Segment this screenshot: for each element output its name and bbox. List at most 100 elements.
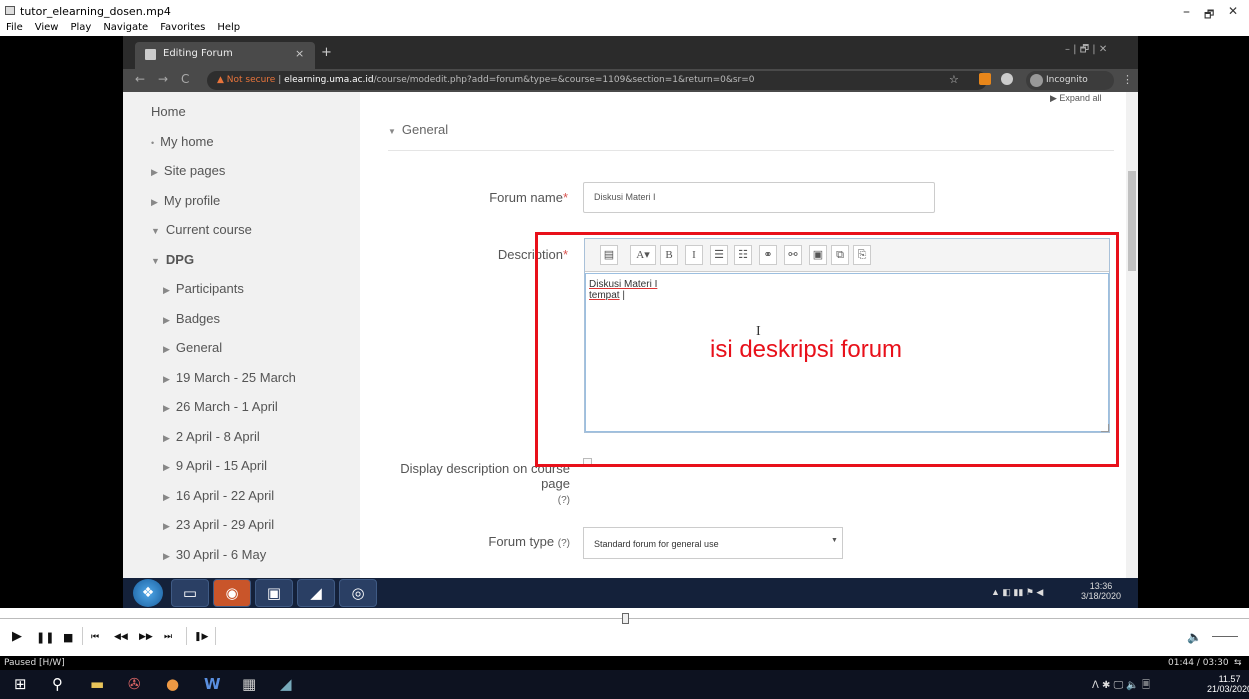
sidebar-item[interactable]: ▶ General — [163, 340, 222, 355]
help-icon[interactable]: (?) — [558, 495, 570, 506]
help-icon[interactable]: (?) — [558, 538, 570, 549]
media-app-icon[interactable]: ◢ — [297, 579, 335, 607]
scrollbar-thumb[interactable] — [1128, 171, 1136, 271]
app-icon[interactable]: ✇ — [128, 675, 141, 693]
sidebar-item[interactable]: • My home — [151, 134, 214, 149]
sidebar-item[interactable]: ▶ 16 April - 22 April — [163, 488, 274, 503]
next-button[interactable]: ⏭ — [164, 632, 172, 642]
sidebar-marker-icon: ▶ — [163, 373, 170, 384]
sidebar-item[interactable]: ▶ Participants — [163, 281, 244, 296]
system-tray[interactable]: ᐱ ✱ 🖵 🔈 🗏 — [1092, 678, 1150, 695]
menu-view[interactable]: View — [35, 22, 59, 33]
fast-forward-button[interactable]: ▶▶ — [139, 632, 153, 642]
rewind-button[interactable]: ◀◀ — [114, 632, 128, 642]
required-icon: * — [562, 190, 568, 205]
extension-icon[interactable] — [979, 73, 991, 85]
volume-slider[interactable] — [1212, 636, 1238, 637]
tab-close-icon[interactable]: × — [295, 47, 304, 60]
system-tray[interactable]: ▲ ◧ ▮▮ ⚑ ◀ — [991, 587, 1043, 598]
sidebar-marker-icon: ▶ — [163, 491, 170, 502]
pause-button[interactable]: ❚❚ — [36, 631, 54, 644]
obs-icon[interactable]: ◎ — [339, 579, 377, 607]
sidebar-item[interactable]: Home — [151, 104, 186, 119]
sidebar-item[interactable]: ▶ 26 March - 1 April — [163, 399, 278, 414]
sidebar-item[interactable]: ▶ 19 March - 25 March — [163, 370, 296, 385]
win7-clock-date: 3/18/2020 — [1081, 591, 1122, 601]
navigation-block: Home • My home ▶ Site pages ▶ My profile ▼ Curre… — [123, 92, 360, 578]
menu-play[interactable]: Play — [70, 22, 91, 33]
win7-taskbar: ❖ ▭ ◉ ▣ ◢ ◎ ▲ ◧ ▮▮ ⚑ ◀ 13:36 3/18/2020 — [123, 578, 1138, 608]
menu-file[interactable]: File — [6, 22, 23, 33]
windows-start-icon[interactable]: ⊞ — [14, 675, 27, 693]
taskbar-clock[interactable]: 11.57 21/03/2020 — [1207, 674, 1249, 694]
incognito-indicator[interactable]: Incognito — [1026, 71, 1114, 90]
sidebar-item-label: Site pages — [163, 163, 226, 178]
browser-menu-icon[interactable]: ⋮ — [1122, 73, 1133, 86]
seek-handle[interactable] — [622, 613, 629, 624]
sidebar-marker-icon: ▶ — [163, 403, 170, 413]
expand-all-link[interactable]: ▶ Expand all — [1050, 93, 1101, 104]
browser-window: Editing Forum × + – | 🗗 | ✕ ← → C ▲ Not … — [123, 36, 1138, 608]
close-button[interactable]: ✕ — [1228, 4, 1238, 18]
forward-icon[interactable]: → — [158, 72, 168, 86]
file-explorer-icon[interactable]: ▬ — [90, 675, 104, 693]
volume-icon[interactable]: 🔈 — [1187, 630, 1202, 644]
chrome-icon[interactable]: ● — [166, 675, 179, 693]
sidebar-item[interactable]: ▼ DPG — [151, 252, 194, 267]
word-icon[interactable]: W — [204, 675, 221, 693]
browser-window-buttons[interactable]: – | 🗗 | ✕ — [1065, 42, 1107, 59]
sidebar-item-label: 26 March - 1 April — [175, 399, 278, 414]
section-marker: ▼ — [388, 127, 396, 136]
sidebar-item[interactable]: ▼ Current course — [151, 222, 252, 237]
menu-favorites[interactable]: Favorites — [160, 22, 205, 33]
sidebar-item-label: Home — [151, 104, 186, 119]
page-scrollbar[interactable] — [1126, 92, 1138, 578]
sidebar-item[interactable]: ▶ 2 April - 8 April — [163, 429, 260, 444]
bookmark-star-icon[interactable]: ☆ — [949, 73, 959, 86]
moodle-favicon-icon — [145, 49, 156, 60]
sidebar-item[interactable]: ▶ Site pages — [151, 163, 225, 178]
stop-button[interactable]: ■ — [63, 631, 73, 644]
section-general-header[interactable]: ▼ General — [388, 122, 448, 137]
address-bar[interactable]: ▲ Not secure | elearning.uma.ac.id/cours… — [207, 71, 987, 90]
sidebar-item-label: 9 April - 15 April — [175, 458, 267, 473]
sidebar-item-label: 16 April - 22 April — [175, 487, 275, 503]
sidebar-item[interactable]: ▶ Badges — [163, 311, 220, 326]
status-text: Paused [H/W] — [4, 658, 65, 668]
incognito-label: Incognito — [1046, 75, 1088, 85]
windows-start-icon[interactable]: ❖ — [133, 579, 163, 607]
profile-dot-icon[interactable] — [1001, 73, 1013, 85]
menu-navigate[interactable]: Navigate — [103, 22, 148, 33]
minimize-button[interactable]: – — [1183, 4, 1190, 20]
tab-editing-forum[interactable]: Editing Forum × — [135, 42, 315, 69]
menu-help[interactable]: Help — [217, 22, 240, 33]
back-icon[interactable]: ← — [135, 72, 145, 86]
search-icon[interactable]: ⚲ — [52, 675, 63, 693]
separator — [82, 627, 83, 645]
sidebar-item[interactable]: ▶ 23 April - 29 April — [163, 517, 274, 532]
win7-clock[interactable]: 13:36 3/18/2020 — [1081, 581, 1121, 601]
camtasia-icon[interactable]: ◢ — [280, 675, 292, 693]
sidebar-item-label: Badges — [175, 310, 221, 326]
section-title: General — [401, 122, 449, 137]
media-player-icon[interactable]: ▦ — [242, 675, 256, 693]
annotation-text: isi deskripsi forum — [710, 336, 903, 363]
forum-type-select[interactable]: Standard forum for general use ▼ — [583, 527, 843, 559]
help-glyph: ? — [561, 538, 567, 549]
chrome-icon[interactable]: ◉ — [213, 579, 251, 607]
forum-name-text: Forum name — [489, 190, 563, 205]
reload-icon[interactable]: C — [181, 72, 189, 86]
sidebar-item[interactable]: ▶ My profile — [151, 193, 220, 208]
remote-app-icon[interactable]: ▣ — [255, 579, 293, 607]
win7-clock-time: 13:36 — [1089, 581, 1113, 591]
previous-button[interactable]: ⏮ — [91, 632, 99, 642]
new-tab-button[interactable]: + — [321, 45, 332, 60]
sidebar-item[interactable]: ▶ 30 April - 6 May — [163, 547, 266, 562]
frame-step-button[interactable]: ❚▶ — [194, 632, 208, 642]
play-button[interactable]: ▶ — [12, 629, 22, 644]
sidebar-item[interactable]: ▶ 9 April - 15 April — [163, 458, 267, 473]
explorer-icon[interactable]: ▭ — [171, 579, 209, 607]
sidebar-marker-icon: ▶ — [151, 196, 158, 207]
video-frame[interactable]: Editing Forum × + – | 🗗 | ✕ ← → C ▲ Not … — [0, 36, 1249, 608]
forum-name-input[interactable]: Diskusi Materi I — [583, 182, 935, 213]
